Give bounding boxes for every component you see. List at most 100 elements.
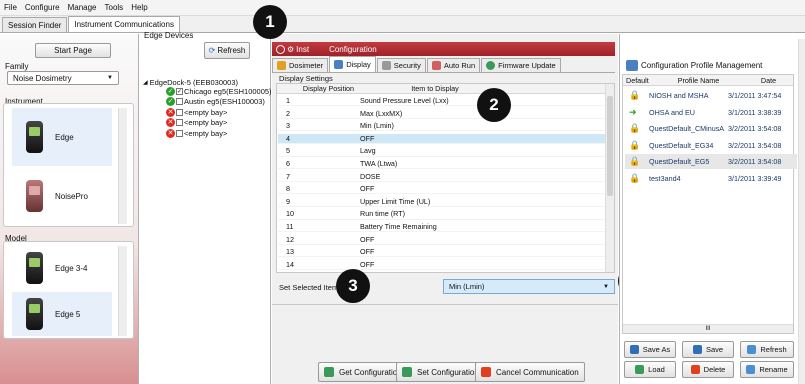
instrument-item-edge[interactable]: Edge (12, 108, 112, 166)
model-scrollbar[interactable] (118, 246, 127, 336)
display-row[interactable]: 7 DOSE (278, 172, 606, 182)
lock-icon: 🔒 (629, 139, 641, 150)
item-to-display-cell: TWA (Ltwa) (360, 159, 398, 169)
instrument-label-noisepro: NoisePro (55, 191, 88, 201)
rename-label: Rename (759, 365, 788, 374)
lock-icon: 🔒 (629, 90, 641, 100)
delete-button[interactable]: Delete (682, 361, 734, 378)
profile-row[interactable]: 🔒 QuestDefault_EG34 3/2/2011 3:54:08 (625, 138, 797, 153)
instrument-item-noisepro[interactable]: NoisePro (12, 170, 112, 222)
tab-security[interactable]: Security (376, 58, 426, 72)
profile-management-pane: Configuration Profile Management Default… (619, 34, 805, 384)
load-button[interactable]: Load (624, 361, 676, 378)
bay-4-label: <empty bay> (184, 118, 228, 127)
callout-3: 3 (336, 269, 370, 303)
save-icon (692, 345, 702, 354)
tab-auto-run[interactable]: Auto Run (426, 58, 481, 72)
item-to-display-cell: OFF (360, 133, 375, 143)
display-scroll-thumb[interactable] (607, 96, 613, 196)
display-scrollbar[interactable] (605, 84, 614, 272)
display-row[interactable]: 5 Lavg (278, 146, 606, 157)
tab-display[interactable]: Display (329, 56, 376, 72)
display-row[interactable]: 12 OFF (278, 235, 606, 245)
bay-1-checkbox[interactable]: ✓ (176, 88, 183, 95)
refresh-profiles-button[interactable]: Refresh (740, 341, 794, 358)
profile-hscrollbar[interactable]: III (623, 324, 793, 333)
display-position-cell: 13 (286, 247, 294, 257)
tree-expand-icon: ◢ (143, 80, 148, 86)
set-configuration-button[interactable]: Set Configuration (396, 362, 485, 382)
profile-row[interactable]: ➜ OHSA and EU 3/1/2011 3:38:39 (625, 105, 797, 120)
tree-dock-node[interactable]: ◢ EdgeDock-5 (EEB030003) (143, 78, 238, 87)
family-select[interactable]: Noise Dosimetry ▼ (7, 71, 119, 85)
profile-row[interactable]: 🔒 QuestDefault_EG5 3/2/2011 3:54:08 (625, 154, 797, 169)
profile-row[interactable]: 🔒 test3and4 3/1/2011 3:39:49 (625, 171, 797, 186)
menu-file[interactable]: File (4, 3, 17, 12)
bay-2-checkbox[interactable] (176, 98, 183, 105)
download-icon (324, 367, 334, 377)
profile-row[interactable]: 🔒 QuestDefault_CMinusA 3/2/2011 3:54:08 (625, 121, 797, 136)
get-configuration-button[interactable]: Get Configuration (318, 362, 408, 382)
tree-bay-1[interactable]: ✓ ✓ Chicago eg5(ESH100005) (166, 87, 272, 96)
tab-instrument-communications[interactable]: Instrument Communications (68, 16, 180, 32)
set-configuration-label: Set Configuration (417, 367, 479, 377)
display-row[interactable]: 11 Battery Time Remaining (278, 222, 606, 233)
bay-5-checkbox[interactable] (176, 130, 183, 137)
menu-configure[interactable]: Configure (25, 3, 60, 12)
display-row[interactable]: 13 OFF (278, 247, 606, 258)
tab-firmware-update[interactable]: Firmware Update (481, 58, 561, 72)
display-row[interactable]: 14 OFF (278, 260, 606, 270)
tree-bay-2[interactable]: ✓ Austin eg5(ESH100003) (166, 97, 265, 106)
menu-tools[interactable]: Tools (105, 3, 124, 12)
display-row[interactable]: 4 OFF (278, 133, 606, 144)
app-tab-strip: Session Finder Instrument Communications (0, 16, 805, 33)
model-item-edge-3-4[interactable]: Edge 3-4 (12, 246, 112, 290)
bay-4-checkbox[interactable] (176, 119, 183, 126)
model-item-edge-5[interactable]: Edge 5 (12, 292, 112, 336)
profile-row[interactable]: 🔒 NIOSH and MSHA 3/1/2011 3:47:54 (625, 88, 797, 103)
display-row[interactable]: 10 Run time (RT) (278, 209, 606, 220)
callout-1: 1 (253, 5, 287, 39)
display-row[interactable]: 9 Upper Limit Time (UL) (278, 197, 606, 207)
close-icon[interactable] (276, 44, 285, 54)
display-row[interactable]: 3 Min (Lmin) (278, 121, 606, 132)
display-row[interactable]: 2 Max (LxxMX) (278, 109, 606, 119)
profile-name-cell: NIOSH and MSHA (649, 91, 709, 100)
refresh-devices-button[interactable]: ⟳ Refresh (204, 42, 250, 59)
item-to-display-cell: DOSE (360, 171, 381, 181)
error-icon: ✕ (166, 129, 175, 138)
refresh-devices-label: Refresh (217, 46, 246, 55)
hscroll-grip: III (705, 326, 711, 332)
start-page-button[interactable]: Start Page (35, 43, 111, 58)
col-profile-name: Profile Name (677, 75, 720, 85)
config-title: Configuration (329, 44, 377, 54)
item-to-display-cell: Battery Time Remaining (360, 222, 437, 232)
instrument-label-edge: Edge (55, 132, 74, 142)
tree-bay-5[interactable]: ✕ <empty bay> (166, 129, 227, 138)
tree-bay-3[interactable]: ✕ <empty bay> (166, 108, 227, 117)
pane-scrollbar[interactable] (798, 39, 805, 384)
display-row[interactable]: 8 OFF (278, 184, 606, 195)
cancel-communication-button[interactable]: Cancel Communication (475, 362, 585, 382)
tab-session-finder[interactable]: Session Finder (2, 17, 68, 32)
col-item-to-display: Item to Display (411, 84, 459, 93)
set-selected-item-select[interactable]: Min (Lmin) ▼ (443, 279, 615, 294)
rename-button[interactable]: Rename (740, 361, 794, 378)
chevron-down-icon: ▼ (107, 75, 113, 81)
instrument-scrollbar[interactable] (118, 108, 127, 224)
tab-display-label: Display (346, 60, 371, 69)
callout-2: 2 (477, 88, 511, 122)
lock-icon: 🔒 (629, 172, 641, 183)
profile-table: Default Profile Name Date 🔒 NIOSH and MSH… (622, 74, 797, 334)
tab-dosimeter[interactable]: Dosimeter (272, 58, 329, 72)
family-select-value: Noise Dosimetry (13, 73, 72, 83)
save-button[interactable]: Save (682, 341, 734, 358)
display-row[interactable]: 6 TWA (Ltwa) (278, 159, 606, 170)
display-row[interactable]: 1 Sound Pressure Level (Lxx) (278, 96, 606, 107)
left-pane: Start Page Family Noise Dosimetry ▼ Inst… (0, 34, 139, 384)
menu-help[interactable]: Help (131, 3, 147, 12)
tree-bay-4[interactable]: ✕ <empty bay> (166, 118, 227, 127)
menu-manage[interactable]: Manage (68, 3, 97, 12)
save-as-button[interactable]: Save As (624, 341, 676, 358)
bay-3-checkbox[interactable] (176, 109, 183, 116)
